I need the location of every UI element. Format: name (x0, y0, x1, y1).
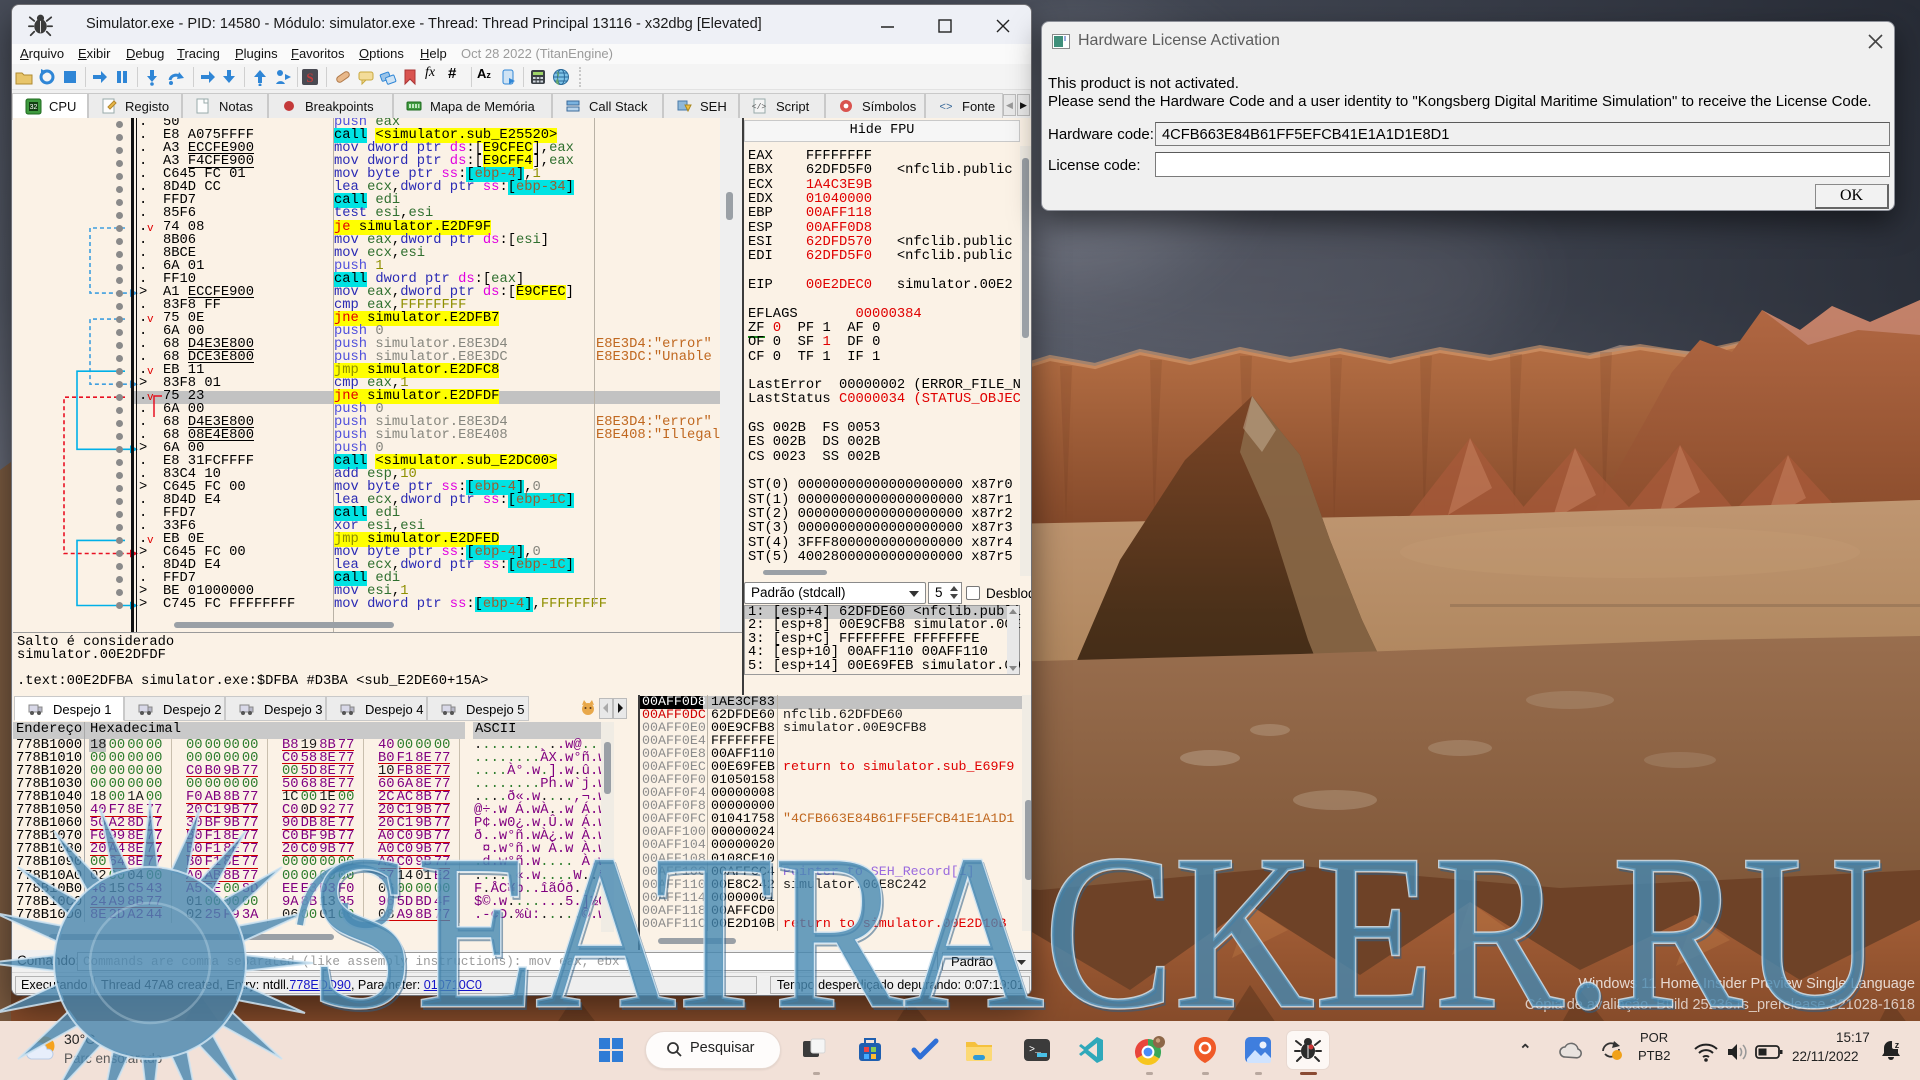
svg-text:32: 32 (30, 104, 38, 111)
svg-text:</>: </> (752, 103, 766, 112)
svg-text:z: z (1895, 1040, 1900, 1050)
svg-text:<>: <> (939, 102, 952, 114)
svg-text:S: S (306, 70, 313, 85)
